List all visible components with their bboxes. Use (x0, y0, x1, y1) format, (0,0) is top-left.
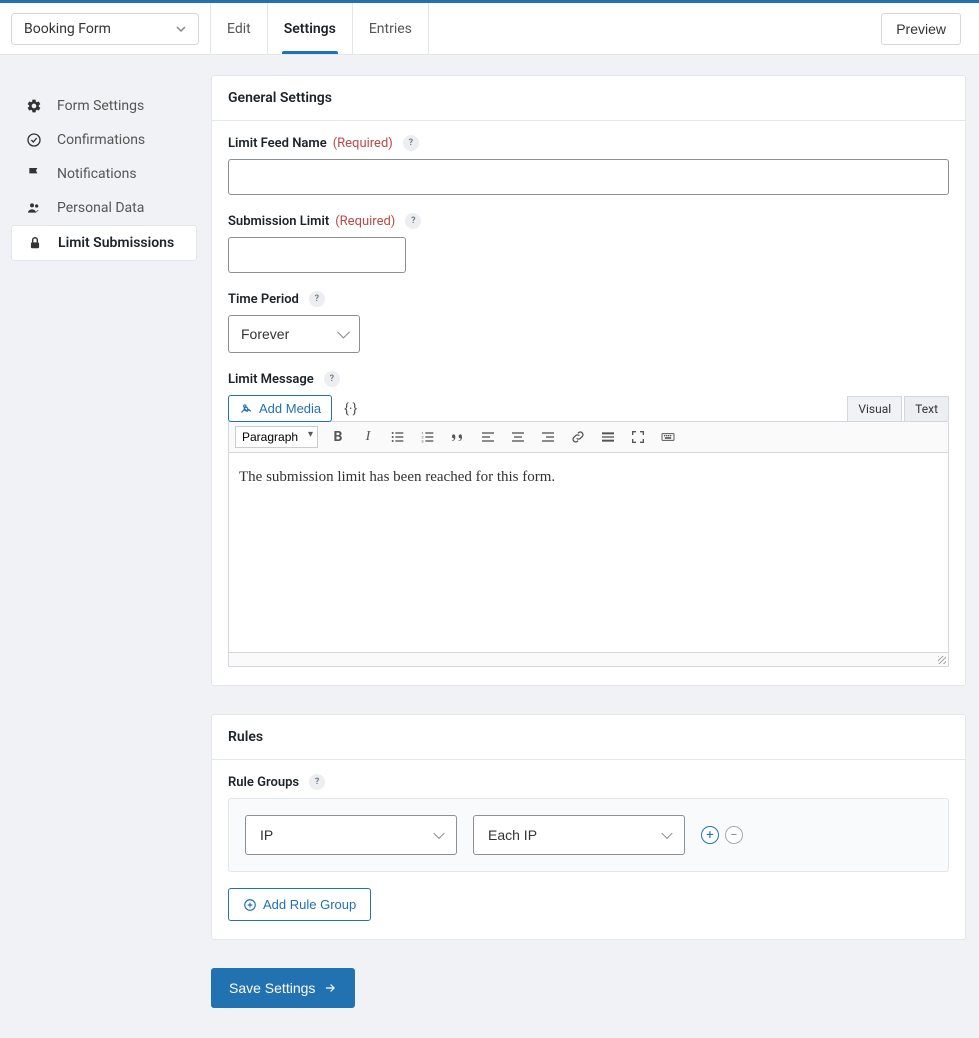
rule-field-select[interactable]: IP (245, 815, 457, 855)
rules-panel: Rules Rule Groups ? IP Each IP (211, 714, 966, 940)
limit-message-label: Limit Message ? (228, 371, 949, 387)
tab-settings[interactable]: Settings (268, 3, 353, 54)
help-icon[interactable]: ? (309, 774, 325, 790)
link-icon[interactable] (568, 427, 588, 447)
fullscreen-icon[interactable] (628, 427, 648, 447)
help-icon[interactable]: ? (403, 135, 419, 151)
chevron-down-icon (176, 24, 186, 34)
svg-text:3: 3 (421, 438, 423, 443)
sidenav-item-personal-data[interactable]: Personal Data (11, 191, 197, 225)
time-period-select[interactable]: Forever (228, 315, 360, 353)
time-period-label: Time Period ? (228, 291, 949, 307)
align-right-icon[interactable] (538, 427, 558, 447)
editor-resize-handle[interactable] (228, 653, 949, 667)
rule-match-select[interactable]: Each IP (473, 815, 685, 855)
editor-tab-visual[interactable]: Visual (847, 396, 902, 421)
main-tabs: Edit Settings Entries (210, 3, 429, 54)
editor-toolbar: Paragraph B I 123 (228, 421, 949, 453)
panel-title: General Settings (212, 76, 965, 121)
users-icon (25, 200, 43, 216)
general-settings-panel: General Settings Limit Feed Name (Requir… (211, 75, 966, 686)
tab-entries[interactable]: Entries (353, 3, 429, 54)
media-icon (239, 402, 253, 416)
align-center-icon[interactable] (508, 427, 528, 447)
arrow-right-icon (323, 981, 337, 995)
add-rule-icon[interactable]: + (701, 826, 719, 844)
editor-textarea[interactable]: The submission limit has been reached fo… (228, 453, 949, 653)
sidenav-label: Form Settings (57, 98, 144, 114)
merge-tag-button[interactable]: {·} (340, 397, 361, 421)
submission-limit-input[interactable] (228, 237, 406, 273)
help-icon[interactable]: ? (405, 213, 421, 229)
keyboard-icon[interactable] (658, 427, 678, 447)
plus-circle-icon (243, 898, 257, 912)
sidenav-label: Confirmations (57, 132, 145, 148)
help-icon[interactable]: ? (324, 371, 340, 387)
form-selector-label: Booking Form (24, 21, 111, 37)
flag-icon (25, 166, 43, 182)
sidenav-item-form-settings[interactable]: Form Settings (11, 89, 197, 123)
submission-limit-label: Submission Limit (Required) ? (228, 213, 949, 229)
tab-edit[interactable]: Edit (210, 3, 268, 54)
feed-name-label: Limit Feed Name (Required) ? (228, 135, 949, 151)
quote-icon[interactable] (448, 427, 468, 447)
sidenav-item-confirmations[interactable]: Confirmations (11, 123, 197, 157)
add-media-button[interactable]: Add Media (228, 395, 332, 422)
add-rule-group-button[interactable]: Add Rule Group (228, 888, 371, 921)
sidenav-item-notifications[interactable]: Notifications (11, 157, 197, 191)
sidenav: Form Settings Confirmations Notification… (11, 75, 197, 261)
remove-rule-icon[interactable]: − (725, 826, 743, 844)
bold-icon[interactable]: B (328, 427, 348, 447)
sidenav-label: Notifications (57, 166, 137, 182)
rule-group: IP Each IP + − (228, 798, 949, 872)
italic-icon[interactable]: I (358, 427, 378, 447)
bullet-list-icon[interactable] (388, 427, 408, 447)
sidenav-item-limit-submissions[interactable]: Limit Submissions (11, 225, 197, 261)
help-icon[interactable]: ? (309, 291, 325, 307)
preview-button[interactable]: Preview (881, 13, 961, 45)
panel-title: Rules (212, 715, 965, 760)
rule-groups-label: Rule Groups ? (228, 774, 949, 790)
editor-tab-text[interactable]: Text (904, 396, 949, 421)
lock-icon (26, 236, 44, 250)
align-left-icon[interactable] (478, 427, 498, 447)
number-list-icon[interactable]: 123 (418, 427, 438, 447)
gear-icon (25, 98, 43, 114)
form-selector[interactable]: Booking Form (11, 13, 199, 45)
sidenav-label: Personal Data (57, 200, 144, 216)
save-settings-button[interactable]: Save Settings (211, 968, 355, 1008)
sidenav-label: Limit Submissions (58, 235, 174, 251)
feed-name-input[interactable] (228, 159, 949, 195)
readmore-icon[interactable] (598, 427, 618, 447)
check-circle-icon (25, 132, 43, 148)
format-select[interactable]: Paragraph (235, 426, 318, 448)
